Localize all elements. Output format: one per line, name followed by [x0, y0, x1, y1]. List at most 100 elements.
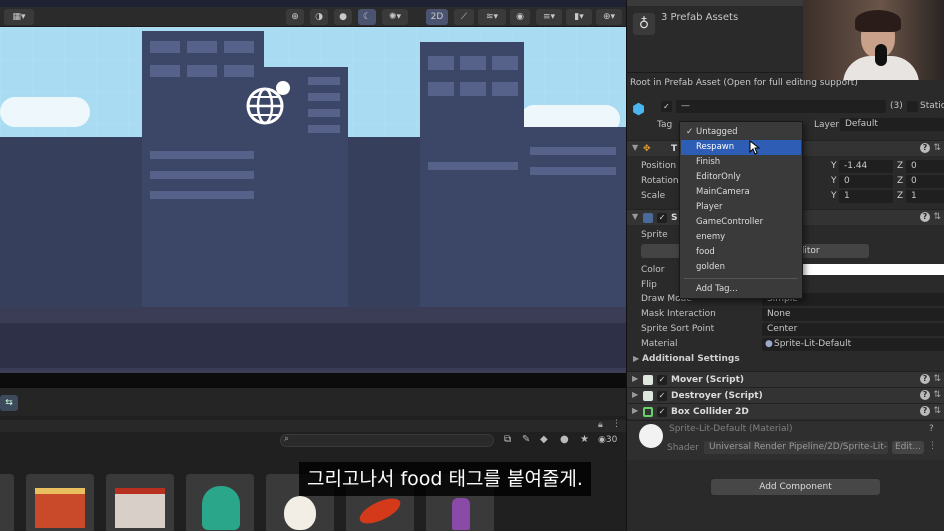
layers-icon[interactable]: ≋▾: [478, 9, 506, 25]
solid-sphere-icon[interactable]: ●: [334, 9, 352, 25]
scene-bottom-bar: ⇆: [0, 388, 626, 416]
shader-label: Shader: [667, 443, 699, 453]
project-search-input[interactable]: ⌕: [280, 434, 494, 447]
asset-thumbnail[interactable]: [26, 474, 94, 531]
position-y-field[interactable]: -1.44: [839, 160, 893, 173]
rotation-y-field[interactable]: 0: [839, 175, 893, 188]
tag-option-player[interactable]: Player: [681, 200, 801, 215]
tag-icon[interactable]: ◆: [540, 434, 548, 445]
city-skyline: [0, 27, 626, 307]
tools-icon[interactable]: ⟋: [454, 9, 474, 25]
shader-dropdown[interactable]: Universal Render Pipeline/2D/Sprite-Lit-…: [704, 441, 888, 454]
foldout-arrow-icon[interactable]: ▶: [632, 374, 638, 383]
tag-option-respawn[interactable]: Respawn: [681, 140, 801, 155]
sprite-label: Sprite: [641, 230, 668, 240]
help-icon[interactable]: ?: [920, 406, 930, 416]
asset-thumbnail[interactable]: [186, 474, 254, 531]
sprite-renderer-title: S: [671, 213, 678, 223]
help-icon[interactable]: ?: [929, 424, 934, 434]
component-enabled-checkbox[interactable]: ✓: [657, 375, 667, 385]
color-label: Color: [641, 265, 665, 275]
snap-icon[interactable]: ⊕: [286, 9, 304, 25]
tag-option-food[interactable]: food: [681, 245, 801, 260]
help-icon[interactable]: ?: [920, 390, 930, 400]
component-menu-icon[interactable]: ⇅: [933, 212, 941, 222]
foldout-arrow-icon[interactable]: ▼: [632, 143, 638, 152]
favorite-star-icon[interactable]: ★: [580, 434, 589, 445]
destroyer-script-component-header[interactable]: ▶ ✓ Destroyer (Script) ? ⇅: [627, 387, 944, 403]
filter-label-icon[interactable]: ✎: [522, 434, 530, 445]
lighting-icon[interactable]: ✺▾: [382, 9, 408, 25]
tag-option-editoronly[interactable]: EditorOnly: [681, 170, 801, 185]
visible-count: ◉30: [598, 435, 617, 445]
foldout-arrow-icon[interactable]: ▼: [632, 212, 638, 221]
gizmo-globe-icon[interactable]: [244, 80, 294, 130]
help-icon[interactable]: ?: [920, 143, 930, 153]
sprite-renderer-icon: [643, 213, 653, 223]
material-field[interactable]: ● Sprite-Lit-Default: [762, 338, 944, 351]
tag-option-label: MainCamera: [696, 187, 750, 197]
tag-option-label: EditorOnly: [696, 172, 741, 182]
visibility-icon[interactable]: ◉: [510, 9, 530, 25]
help-icon[interactable]: ?: [920, 374, 930, 384]
static-checkbox[interactable]: [907, 101, 918, 112]
foldout-arrow-icon[interactable]: ▶: [632, 390, 638, 399]
layer-label: Layer: [814, 120, 840, 130]
component-menu-icon[interactable]: ⇅: [933, 143, 941, 153]
eye-icon: ◉: [598, 435, 606, 445]
component-menu-icon[interactable]: ⇅: [933, 406, 941, 416]
add-tag-option[interactable]: Add Tag...: [681, 282, 801, 297]
asset-thumbnail[interactable]: [106, 474, 174, 531]
stack-icon[interactable]: ≡▾: [536, 9, 562, 25]
lock-icon[interactable]: 🔒︎: [598, 420, 603, 430]
foldout-arrow-icon[interactable]: ▶: [632, 406, 638, 415]
object-name-field[interactable]: —: [676, 100, 886, 113]
rotation-y-axis: Y: [831, 176, 837, 186]
asset-thumbnail[interactable]: [0, 474, 14, 531]
component-menu-icon[interactable]: ⋮: [928, 441, 937, 451]
divider: [684, 278, 798, 279]
active-checkbox[interactable]: ✓: [661, 101, 672, 112]
mask-interaction-dropdown[interactable]: None: [762, 308, 944, 321]
gizmos-globe-icon[interactable]: ⊕▾: [596, 9, 622, 25]
transform-title: T: [671, 144, 678, 154]
gizmo-grid-icon[interactable]: ▦▾: [4, 9, 34, 25]
help-icon[interactable]: ?: [920, 212, 930, 222]
shader-edit-button[interactable]: Edit...: [892, 441, 924, 454]
scale-y-field[interactable]: 1: [839, 190, 893, 203]
mode-2d-button[interactable]: 2D: [426, 9, 448, 25]
material-label: Material: [641, 339, 678, 349]
tag-option-enemy[interactable]: enemy: [681, 230, 801, 245]
tag-option-gamecontroller[interactable]: GameController: [681, 215, 801, 230]
overlay-toggle-icon[interactable]: ⇆: [0, 395, 18, 411]
info-icon[interactable]: ●: [560, 434, 569, 445]
position-z-field[interactable]: 0: [906, 160, 944, 173]
filter-type-icon[interactable]: ⧉: [504, 434, 511, 445]
moon-icon[interactable]: ☾: [358, 9, 376, 25]
tag-option-golden[interactable]: golden: [681, 260, 801, 275]
tag-option-untagged[interactable]: ✓ Untagged: [681, 125, 801, 140]
box-collider-component-header[interactable]: ▶ ✓ Box Collider 2D ? ⇅: [627, 403, 944, 419]
shading-icon[interactable]: ◑: [310, 9, 328, 25]
add-component-button[interactable]: Add Component: [711, 479, 880, 495]
menu-icon[interactable]: ⋮: [612, 419, 621, 429]
scene-ground-strip: [0, 373, 626, 388]
mover-script-component-header[interactable]: ▶ ✓ Mover (Script) ? ⇅: [627, 371, 944, 387]
foldout-arrow-icon[interactable]: ▶: [633, 354, 639, 363]
additional-settings-foldout[interactable]: Additional Settings: [642, 354, 740, 364]
component-enabled-checkbox[interactable]: ✓: [657, 213, 667, 223]
rotation-z-field[interactable]: 0: [906, 175, 944, 188]
tag-option-maincamera[interactable]: MainCamera: [681, 185, 801, 200]
shop-sprite-icon: [35, 488, 85, 528]
layer-dropdown[interactable]: Default: [840, 118, 944, 131]
component-menu-icon[interactable]: ⇅: [933, 390, 941, 400]
component-menu-icon[interactable]: ⇅: [933, 374, 941, 384]
transform-icon: ✥: [643, 144, 651, 154]
tag-option-finish[interactable]: Finish: [681, 155, 801, 170]
component-enabled-checkbox[interactable]: ✓: [657, 391, 667, 401]
component-enabled-checkbox[interactable]: ✓: [657, 407, 667, 417]
camera-icon[interactable]: ▮▾: [566, 9, 592, 25]
scale-z-field[interactable]: 1: [906, 190, 944, 203]
sprite-sort-point-dropdown[interactable]: Center: [762, 323, 944, 336]
component-title: Mover (Script): [671, 375, 744, 385]
